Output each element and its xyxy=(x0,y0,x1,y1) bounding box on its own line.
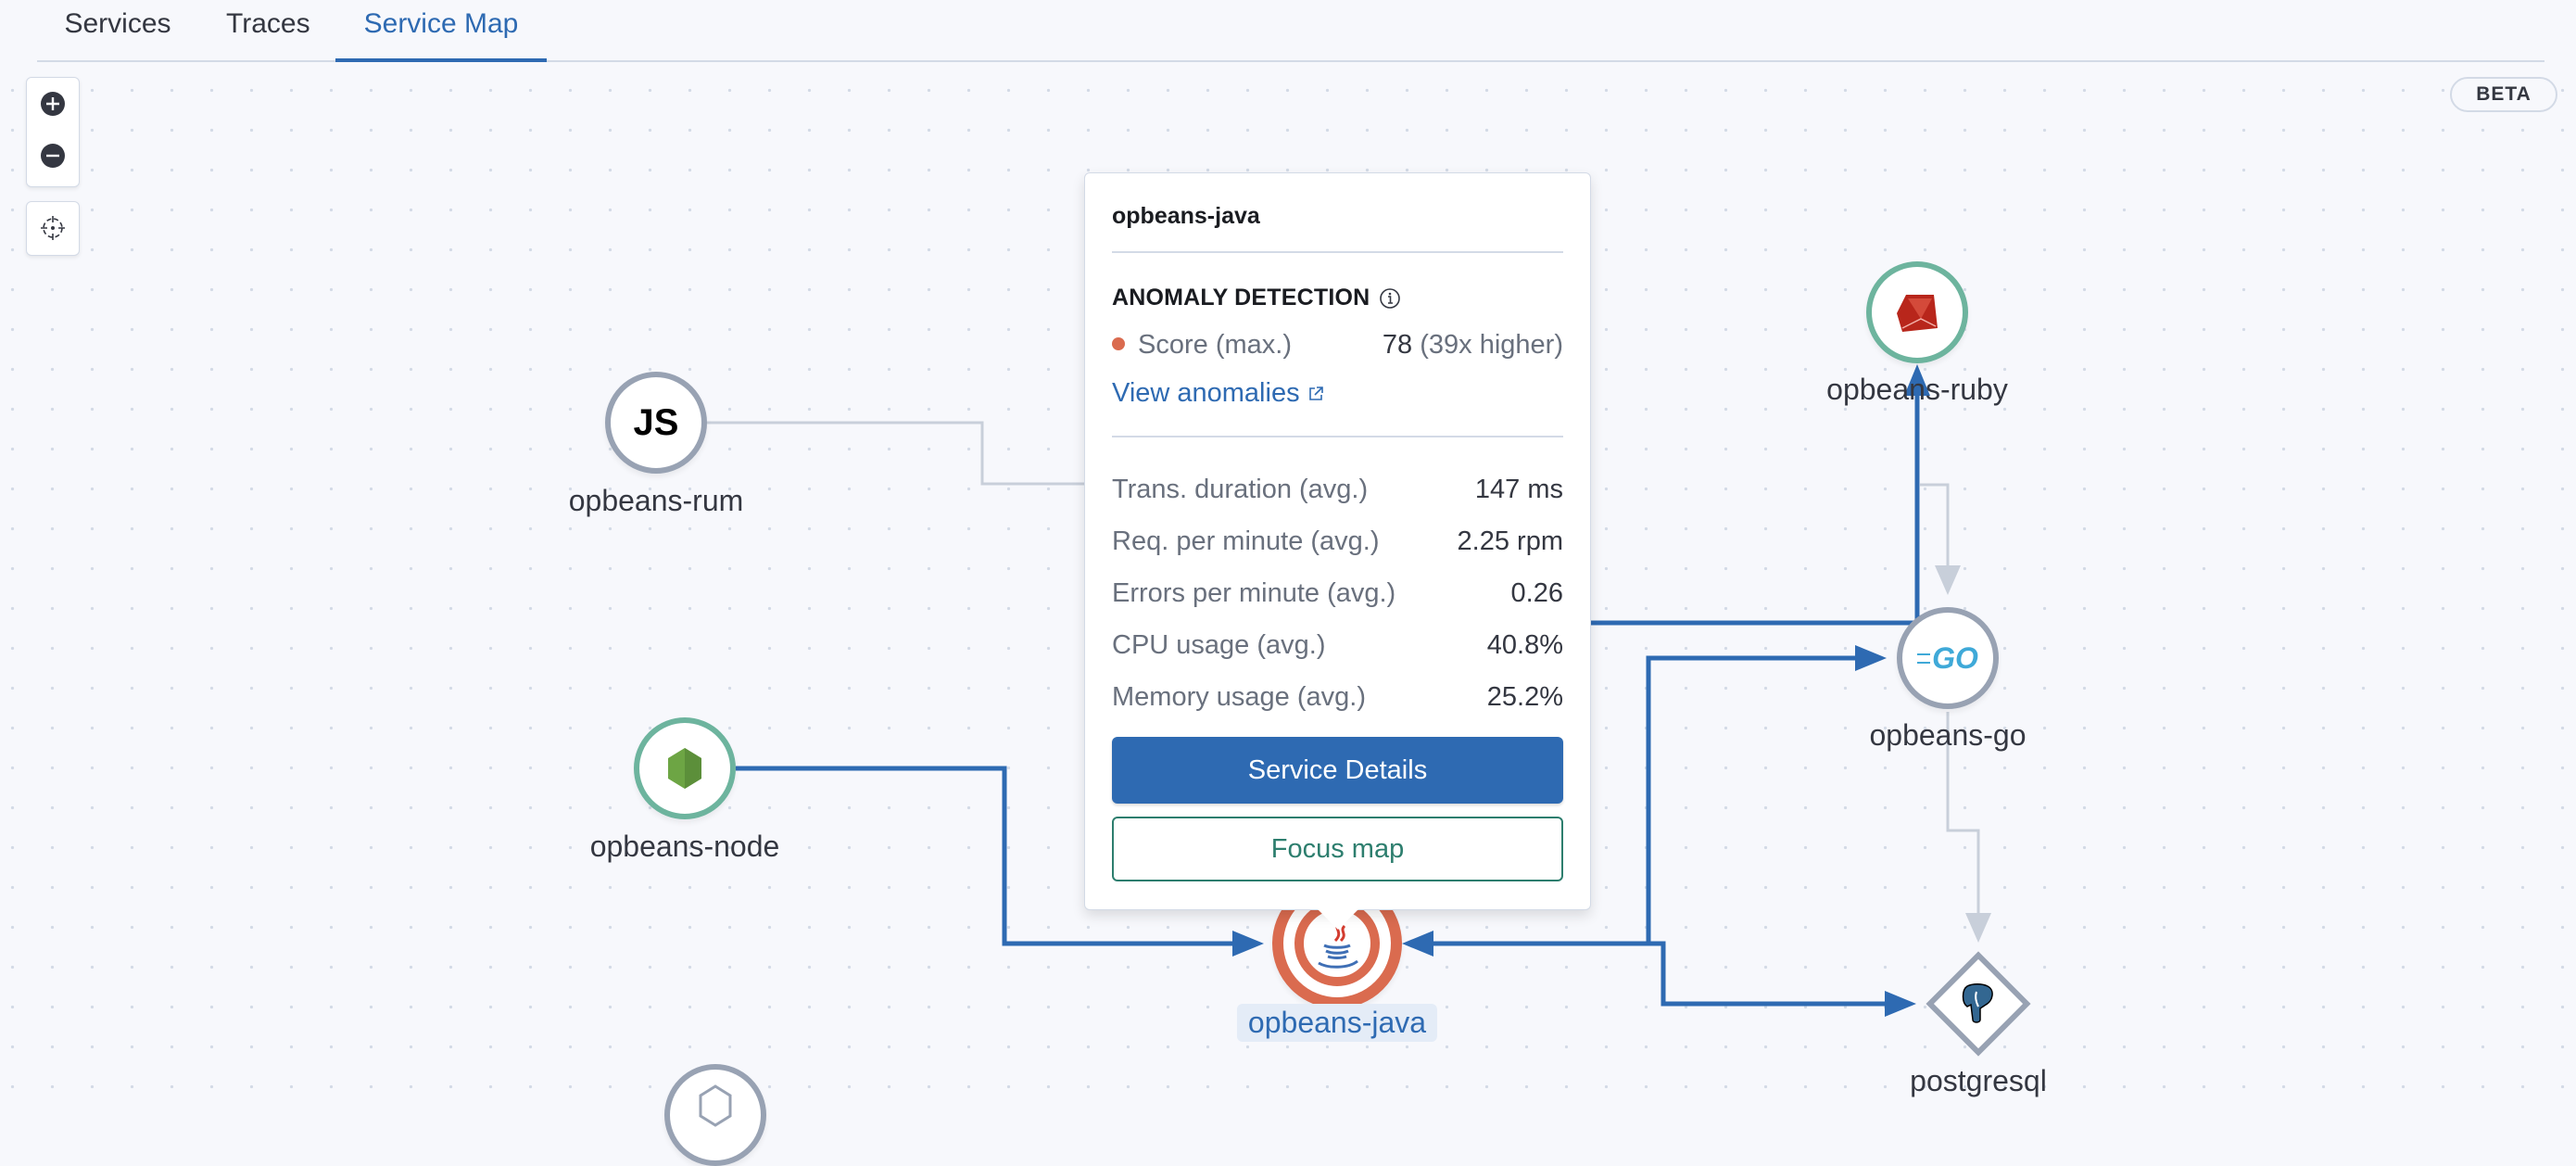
node-opbeans-go[interactable]: GO xyxy=(1897,607,1999,709)
nodejs-icon xyxy=(668,748,701,789)
metric-label: CPU usage (avg.) xyxy=(1112,630,1326,660)
metric-row: Errors per minute (avg.) 0.26 xyxy=(1112,575,1563,612)
plus-circle-icon xyxy=(41,92,65,116)
anomaly-severity-dot xyxy=(1112,337,1125,351)
edge-ruby-to-go-arrow xyxy=(1935,565,1961,595)
metric-row: Memory usage (avg.) 25.2% xyxy=(1112,678,1563,716)
popover-divider xyxy=(1112,436,1563,437)
node-label-opbeans-node[interactable]: opbeans-node xyxy=(590,830,780,864)
edge-java-to-ruby xyxy=(1575,394,1920,626)
beta-badge: BETA xyxy=(2450,77,2557,112)
go-icon: GO xyxy=(1917,641,1978,676)
crosshair-icon xyxy=(41,216,65,240)
popover-divider xyxy=(1112,251,1563,253)
metric-row: Trans. duration (avg.) 147 ms xyxy=(1112,471,1563,508)
center-map-button[interactable] xyxy=(27,202,79,254)
edge-java-to-postgres-arrow xyxy=(1885,991,1916,1017)
metric-row: Req. per minute (avg.) 2.25 rpm xyxy=(1112,523,1563,560)
zoom-out-button[interactable] xyxy=(27,130,79,182)
zoom-in-button[interactable] xyxy=(27,78,79,130)
center-control xyxy=(26,201,80,256)
node-label-postgresql[interactable]: postgresql xyxy=(1910,1064,2047,1098)
metric-label: Req. per minute (avg.) xyxy=(1112,526,1380,556)
service-popover: opbeans-java ANOMALY DETECTION Score (ma… xyxy=(1084,172,1591,930)
metric-value: 2.25 rpm xyxy=(1457,526,1563,556)
metric-label: Errors per minute (avg.) xyxy=(1112,578,1396,608)
minus-circle-icon xyxy=(41,144,65,168)
anomaly-score-row: Score (max.) 78 (39x higher) xyxy=(1112,326,1563,363)
popover-title: opbeans-java xyxy=(1112,203,1260,229)
anomaly-score-label: Score (max.) xyxy=(1112,326,1292,363)
info-icon[interactable] xyxy=(1379,287,1401,310)
metric-row: CPU usage (avg.) 40.8% xyxy=(1112,627,1563,664)
zoom-controls xyxy=(26,77,80,187)
edge-ruby-to-go xyxy=(1920,483,1950,565)
javascript-icon: JS xyxy=(633,401,679,443)
anomaly-heading-text: ANOMALY DETECTION xyxy=(1112,285,1370,311)
metric-value: 0.26 xyxy=(1510,578,1563,608)
view-anomalies-link[interactable]: View anomalies xyxy=(1112,378,1324,409)
external-link-icon xyxy=(1308,386,1323,400)
node-unnamed-bottom[interactable] xyxy=(664,1064,766,1166)
ruby-icon xyxy=(1897,295,1938,332)
node-label-opbeans-ruby[interactable]: opbeans-ruby xyxy=(1826,373,2008,407)
metric-value: 25.2% xyxy=(1486,682,1563,712)
node-label-opbeans-rum[interactable]: opbeans-rum xyxy=(569,484,744,518)
view-anomalies-text: View anomalies xyxy=(1112,378,1300,408)
node-label-opbeans-java[interactable]: opbeans-java xyxy=(1236,1004,1438,1042)
edge-node-to-java-arrow xyxy=(1232,931,1264,957)
anomaly-detection-heading: ANOMALY DETECTION xyxy=(1112,285,1401,311)
edge-java-to-postgres xyxy=(1648,941,1887,1007)
metric-value: 147 ms xyxy=(1474,475,1563,504)
hexagon-icon xyxy=(699,1084,732,1127)
focus-map-button[interactable]: Focus map xyxy=(1112,817,1563,881)
edge-go-to-postgres-arrow xyxy=(1965,913,1991,943)
postgresql-icon xyxy=(1962,983,1993,1023)
edge-java-to-go-arrow xyxy=(1855,645,1887,671)
anomaly-score-value: 78 (39x higher) xyxy=(1382,330,1563,360)
node-opbeans-rum[interactable]: JS xyxy=(605,372,707,474)
node-label-opbeans-go[interactable]: opbeans-go xyxy=(1869,718,2026,753)
edge-java-to-go xyxy=(1646,655,1857,944)
edge-go-to-java-arrow xyxy=(1402,931,1433,957)
metric-value: 40.8% xyxy=(1486,630,1563,660)
service-details-button[interactable]: Service Details xyxy=(1112,737,1563,804)
node-opbeans-node[interactable] xyxy=(634,717,736,819)
node-opbeans-ruby[interactable] xyxy=(1866,261,1968,363)
metric-label: Memory usage (avg.) xyxy=(1112,682,1366,712)
popover-arrow xyxy=(1317,909,1358,930)
metric-label: Trans. duration (avg.) xyxy=(1112,475,1369,504)
